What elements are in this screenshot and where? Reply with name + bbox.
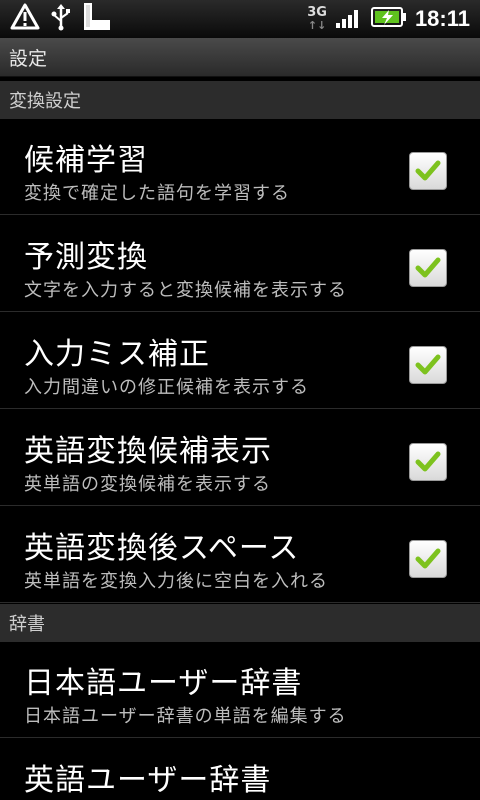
section-header-dictionary: 辞書 bbox=[0, 604, 480, 642]
setting-title: 候補学習 bbox=[24, 143, 148, 178]
checkmark-icon bbox=[415, 354, 441, 375]
page-title: 設定 bbox=[9, 47, 48, 70]
setting-summary: 英単語の変換候補を表示する bbox=[24, 474, 271, 495]
setting-english-space[interactable]: 英語変換後スペース 英単語を変換入力後に空白を入れる bbox=[0, 507, 480, 603]
setting-title: 英語ユーザー辞書 bbox=[24, 763, 272, 798]
setting-title: 予測変換 bbox=[24, 240, 148, 275]
section-header-conversion: 変換設定 bbox=[0, 81, 480, 119]
section-header-label: 辞書 bbox=[9, 614, 45, 635]
setting-candidate-learning[interactable]: 候補学習 変換で確定した語句を学習する bbox=[0, 119, 480, 215]
candidate-learning-checkbox[interactable] bbox=[409, 152, 447, 190]
alert-icon bbox=[10, 3, 40, 35]
setting-japanese-user-dictionary[interactable]: 日本語ユーザー辞書 日本語ユーザー辞書の単語を編集する bbox=[0, 642, 480, 738]
setting-summary: 英単語を変換入力後に空白を入れる bbox=[24, 571, 328, 592]
typo-correction-checkbox[interactable] bbox=[409, 346, 447, 384]
setting-summary: 日本語ユーザー辞書の単語を編集する bbox=[24, 706, 347, 727]
title-bar: 設定 bbox=[0, 38, 480, 77]
network-type: 3G bbox=[307, 5, 327, 20]
checkmark-icon bbox=[415, 160, 441, 181]
setting-typo-correction[interactable]: 入力ミス補正 入力間違いの修正候補を表示する bbox=[0, 313, 480, 409]
data-activity-icon: ↑↓ bbox=[307, 19, 327, 32]
clock: 18:11 bbox=[414, 6, 470, 31]
checkmark-icon bbox=[415, 257, 441, 278]
setting-english-user-dictionary[interactable]: 英語ユーザー辞書 bbox=[0, 739, 480, 800]
setting-summary: 入力間違いの修正候補を表示する bbox=[24, 377, 309, 398]
setting-english-candidates[interactable]: 英語変換候補表示 英単語の変換候補を表示する bbox=[0, 410, 480, 506]
setting-predictive-conversion[interactable]: 予測変換 文字を入力すると変換候補を表示する bbox=[0, 216, 480, 312]
setting-title: 英語変換後スペース bbox=[24, 531, 300, 566]
sd-card-icon bbox=[82, 2, 112, 36]
signal-icon bbox=[335, 5, 363, 33]
setting-title: 英語変換候補表示 bbox=[24, 434, 272, 469]
section-header-label: 変換設定 bbox=[9, 91, 81, 112]
status-bar-right: 3G ↑↓ 18:11 bbox=[307, 3, 470, 35]
usb-icon bbox=[50, 3, 72, 35]
status-bar-left bbox=[10, 2, 112, 36]
setting-summary: 文字を入力すると変換候補を表示する bbox=[24, 280, 347, 301]
setting-summary: 変換で確定した語句を学習する bbox=[24, 183, 290, 204]
checkmark-icon bbox=[415, 548, 441, 569]
status-bar: 3G ↑↓ 18:11 bbox=[0, 0, 480, 38]
network-indicator: 3G ↑↓ bbox=[307, 6, 327, 32]
english-candidates-checkbox[interactable] bbox=[409, 443, 447, 481]
setting-title: 入力ミス補正 bbox=[24, 337, 210, 372]
battery-charging-icon bbox=[370, 6, 407, 32]
checkmark-icon bbox=[415, 451, 441, 472]
setting-title: 日本語ユーザー辞書 bbox=[24, 666, 303, 701]
predictive-conversion-checkbox[interactable] bbox=[409, 249, 447, 287]
english-space-checkbox[interactable] bbox=[409, 540, 447, 578]
